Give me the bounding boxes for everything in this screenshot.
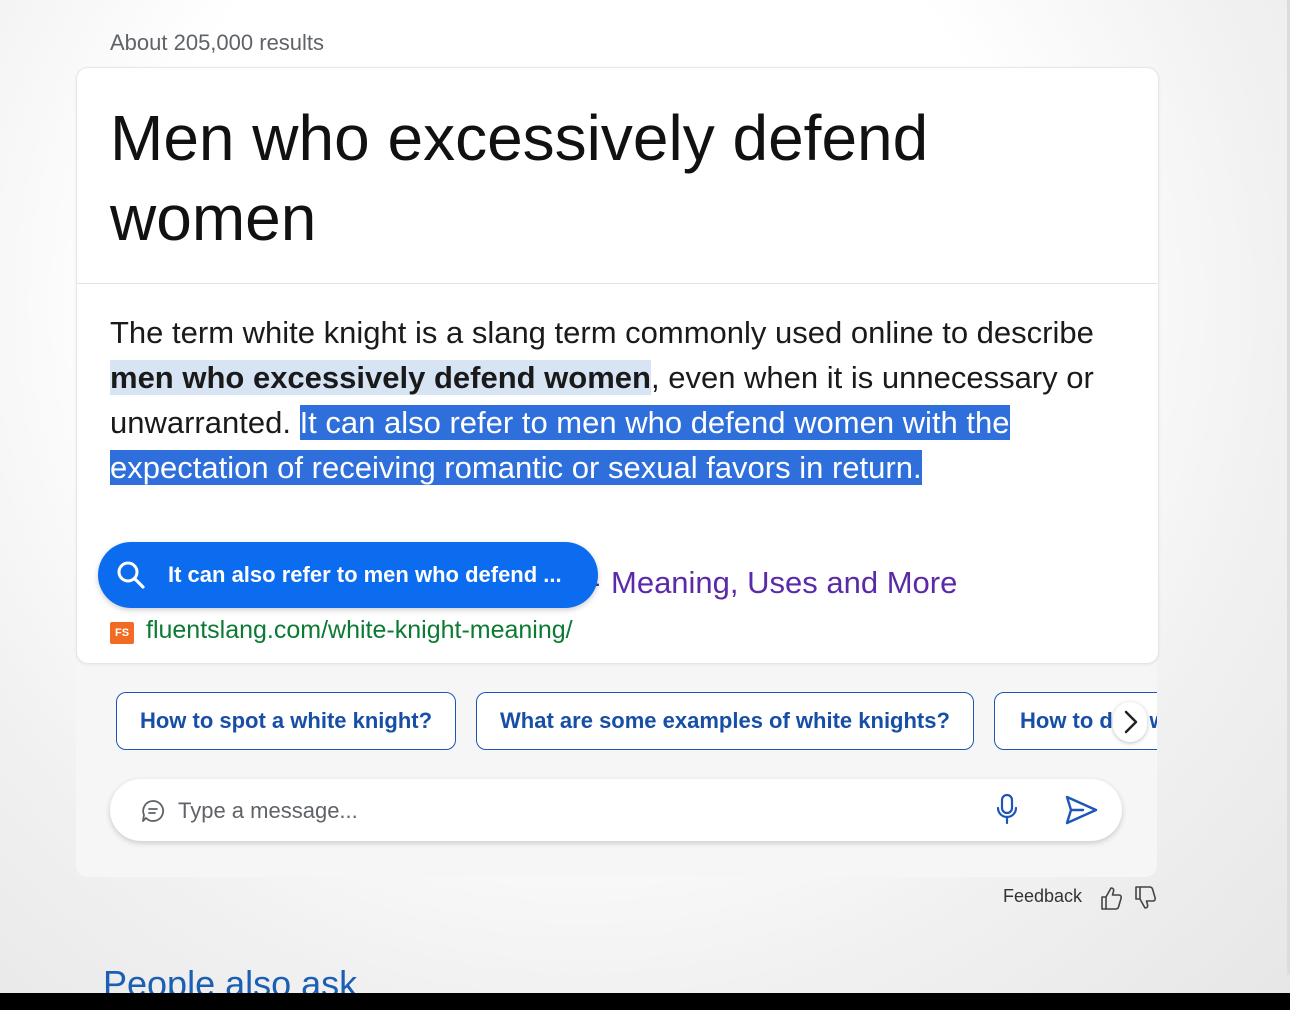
message-input[interactable] — [176, 794, 960, 828]
suggestion-chips: How to spot a white knight? What are som… — [116, 692, 1157, 752]
search-icon — [117, 561, 145, 589]
answer-highlight: men who excessively defend women — [110, 360, 651, 395]
answer-text-part1: The term white knight is a slang term co… — [110, 315, 1094, 350]
chevron-right-icon — [1124, 710, 1138, 734]
chips-next-button[interactable] — [1113, 702, 1147, 742]
chat-bubble-icon — [142, 800, 165, 822]
favicon: FS — [110, 622, 134, 644]
feedback-label: Feedback — [1003, 886, 1083, 906]
search-selection-label: It can also refer to men who defend ... — [168, 562, 562, 587]
answer-title: Men who excessively defend women — [110, 102, 929, 254]
results-count: About 205,000 results — [110, 30, 325, 55]
source-url-link[interactable]: fluentslang.com/white-knight-meaning/ — [146, 616, 573, 645]
suggestion-chip[interactable]: What are some examples of white knights? — [476, 692, 974, 750]
answer-text: The term white knight is a slang term co… — [110, 310, 1140, 490]
message-box — [110, 779, 1122, 841]
search-selection-button[interactable]: It can also refer to men who defend ... — [98, 542, 598, 608]
send-icon[interactable] — [1063, 793, 1099, 827]
bottom-bar — [0, 993, 1290, 1010]
thumbs-down-icon[interactable] — [1133, 885, 1157, 911]
card-divider — [77, 283, 1158, 284]
thumbs-up-icon[interactable] — [1099, 885, 1123, 911]
suggestion-chip[interactable]: How to spot a white knight? — [116, 692, 456, 750]
microphone-icon[interactable] — [994, 793, 1020, 827]
source-title-link[interactable]: Meaning, Uses and More — [611, 565, 957, 601]
